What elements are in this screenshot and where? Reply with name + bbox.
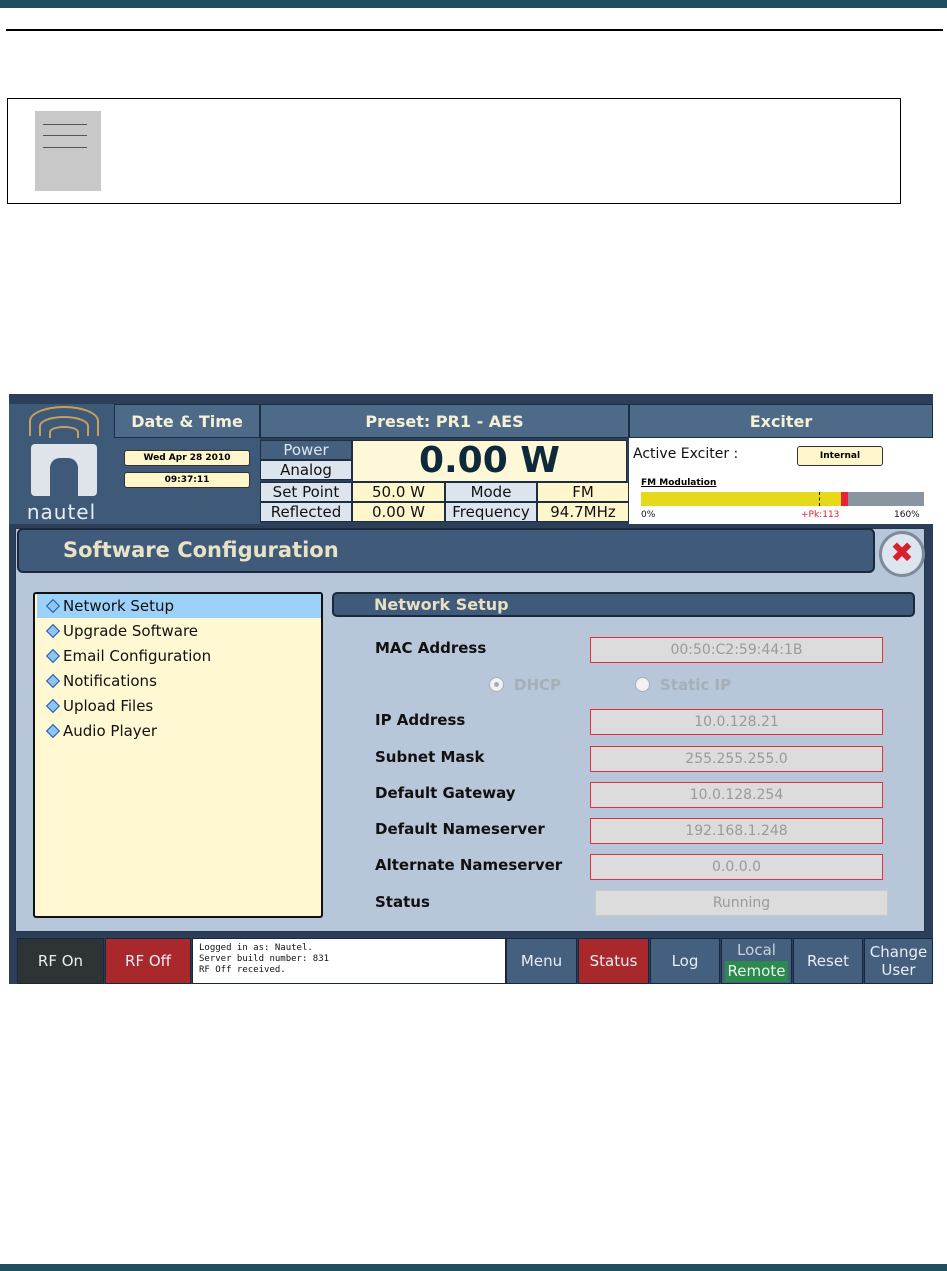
reflected-value: 0.00 W bbox=[352, 502, 445, 522]
setpoint-value: 50.0 W bbox=[352, 482, 445, 502]
fm-modulation-fill bbox=[641, 492, 841, 506]
date-time-panel: Wed Apr 28 2010 09:37:11 bbox=[114, 438, 260, 524]
frequency-value: 94.7MHz bbox=[537, 502, 629, 522]
fm-peak-marker bbox=[841, 492, 848, 506]
analog-tab[interactable]: Analog bbox=[260, 460, 352, 480]
mac-address-field[interactable]: 00:50:C2:59:44:1B bbox=[590, 637, 883, 663]
note-box bbox=[7, 98, 901, 204]
power-tab[interactable]: Power bbox=[260, 440, 352, 460]
fm-threshold-marker bbox=[819, 492, 820, 506]
preset-title: Preset: PR1 - AES bbox=[260, 404, 629, 438]
status-field: Running bbox=[595, 890, 888, 916]
diamond-icon bbox=[45, 598, 61, 614]
fm-modulation-meter bbox=[641, 492, 924, 506]
mode-value: FM bbox=[537, 482, 629, 502]
alternate-nameserver-field[interactable]: 0.0.0.0 bbox=[590, 854, 883, 880]
log-button[interactable]: Log bbox=[650, 938, 720, 984]
ip-address-label: IP Address bbox=[375, 711, 466, 729]
radio-selected-icon bbox=[489, 677, 504, 692]
time-display: 09:37:11 bbox=[124, 472, 250, 488]
transmitter-screen: nautel Date & Time Wed Apr 28 2010 09:37… bbox=[9, 394, 933, 984]
log-line: RF Off received. bbox=[199, 965, 286, 975]
mac-address-label: MAC Address bbox=[375, 639, 487, 657]
diamond-icon bbox=[45, 673, 61, 689]
date-time-title: Date & Time bbox=[114, 404, 260, 438]
diamond-icon bbox=[45, 698, 61, 714]
ip-address-field[interactable]: 10.0.128.21 bbox=[590, 709, 883, 735]
power-readout: 0.00 W bbox=[352, 440, 627, 482]
frequency-label: Frequency bbox=[445, 502, 537, 522]
fm-max-label: 160% bbox=[894, 510, 920, 520]
footer-bar: RF On RF Off Logged in as: Nautel. Serve… bbox=[9, 938, 933, 984]
menu-item-notifications[interactable]: Notifications bbox=[37, 669, 321, 693]
diamond-icon bbox=[45, 623, 61, 639]
default-gateway-field[interactable]: 10.0.128.254 bbox=[590, 782, 883, 808]
default-nameserver-label: Default Nameserver bbox=[375, 820, 545, 838]
page-title: Software Configuration bbox=[17, 528, 875, 573]
fm-min-label: 0% bbox=[641, 510, 656, 520]
log-line: Logged in as: Nautel. bbox=[199, 943, 313, 953]
menu-item-email-configuration[interactable]: Email Configuration bbox=[37, 644, 321, 668]
network-setup-title: Network Setup bbox=[332, 592, 915, 617]
logo-mark-icon bbox=[31, 444, 97, 496]
subnet-mask-field[interactable]: 255.255.255.0 bbox=[590, 746, 883, 772]
diamond-icon bbox=[45, 648, 61, 664]
static-ip-radio[interactable]: Static IP bbox=[635, 676, 731, 694]
default-gateway-label: Default Gateway bbox=[375, 784, 516, 802]
local-label: Local bbox=[737, 941, 776, 959]
note-icon bbox=[35, 111, 101, 191]
reflected-label: Reflected bbox=[260, 502, 352, 522]
dhcp-radio[interactable]: DHCP bbox=[489, 676, 561, 694]
fm-peak-label: +Pk:113 bbox=[801, 510, 840, 520]
nautel-logo: nautel bbox=[9, 404, 114, 524]
reset-button[interactable]: Reset bbox=[793, 938, 863, 984]
mode-label: Mode bbox=[445, 482, 537, 502]
radio-unselected-icon bbox=[635, 677, 650, 692]
default-nameserver-field[interactable]: 192.168.1.248 bbox=[590, 818, 883, 844]
exciter-panel: Active Exciter : Internal FM Modulation … bbox=[629, 438, 933, 524]
logo-text: nautel bbox=[26, 500, 97, 524]
change-user-button[interactable]: Change User bbox=[864, 938, 933, 984]
menu-item-upload-files[interactable]: Upload Files bbox=[37, 694, 321, 718]
status-log: Logged in as: Nautel. Server build numbe… bbox=[192, 938, 506, 984]
log-line: Server build number: 831 bbox=[199, 954, 330, 964]
date-display: Wed Apr 28 2010 bbox=[124, 450, 250, 466]
menu-item-network-setup[interactable]: Network Setup bbox=[37, 594, 321, 618]
page-bottom-bar bbox=[0, 1264, 947, 1271]
close-icon: ✖ bbox=[890, 536, 914, 569]
alternate-nameserver-label: Alternate Nameserver bbox=[375, 856, 563, 874]
remote-label: Remote bbox=[725, 961, 788, 982]
page-top-rule bbox=[6, 29, 943, 31]
fm-modulation-label: FM Modulation bbox=[641, 478, 717, 488]
menu-button[interactable]: Menu bbox=[506, 938, 577, 984]
exciter-title: Exciter bbox=[629, 404, 933, 438]
status-label: Status bbox=[375, 893, 430, 911]
page-top-bar bbox=[0, 0, 947, 8]
config-menu-list: Network Setup Upgrade Software Email Con… bbox=[33, 592, 323, 918]
rf-off-button[interactable]: RF Off bbox=[105, 938, 191, 984]
close-button[interactable]: ✖ bbox=[879, 531, 925, 577]
local-remote-toggle[interactable]: Local Remote bbox=[721, 938, 792, 984]
active-exciter-label: Active Exciter : bbox=[633, 446, 739, 462]
rf-on-button[interactable]: RF On bbox=[17, 938, 104, 984]
subnet-mask-label: Subnet Mask bbox=[375, 748, 485, 766]
status-button[interactable]: Status bbox=[578, 938, 649, 984]
active-exciter-value: Internal bbox=[797, 446, 883, 466]
setpoint-label: Set Point bbox=[260, 482, 352, 502]
menu-item-upgrade-software[interactable]: Upgrade Software bbox=[37, 619, 321, 643]
diamond-icon bbox=[45, 723, 61, 739]
menu-item-audio-player[interactable]: Audio Player bbox=[37, 719, 321, 743]
